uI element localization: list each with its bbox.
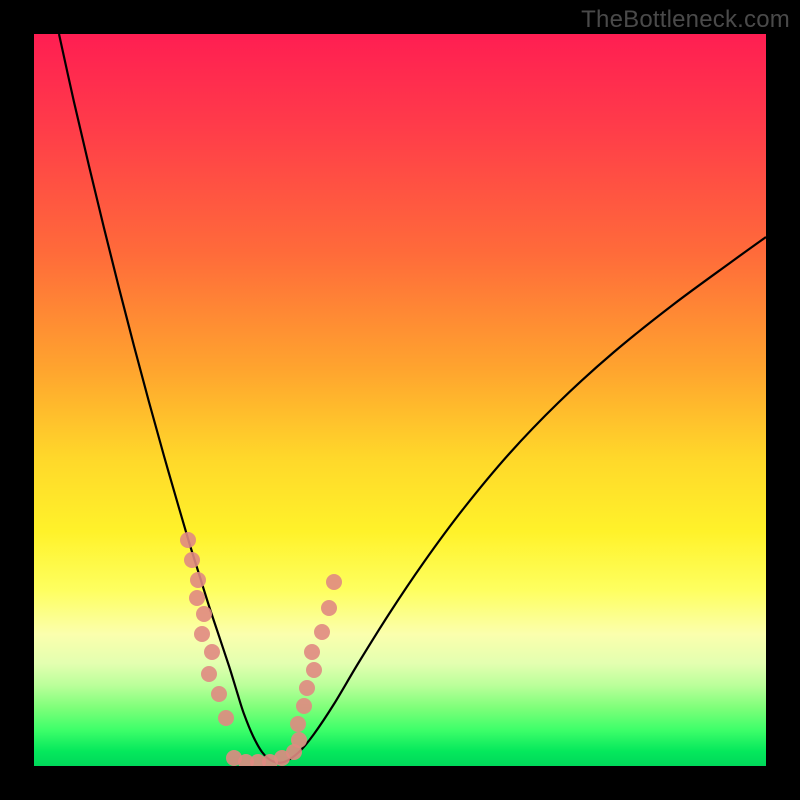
plot-area [34,34,766,766]
scatter-dot [184,552,200,568]
scatter-dot [218,710,234,726]
scatter-dot [190,572,206,588]
scatter-dot [189,590,205,606]
scatter-dot [291,732,307,748]
scatter-dot [180,532,196,548]
chart-svg [34,34,766,766]
chart-frame: TheBottleneck.com [0,0,800,800]
scatter-dots-group [180,532,342,766]
scatter-dot [321,600,337,616]
scatter-dot [296,698,312,714]
bottleneck-curve [59,34,766,763]
watermark-text: TheBottleneck.com [581,6,790,34]
scatter-dot [290,716,306,732]
scatter-dot [274,750,290,766]
scatter-dot [196,606,212,622]
scatter-dot [194,626,210,642]
scatter-dot [314,624,330,640]
scatter-dot [204,644,220,660]
scatter-dot [326,574,342,590]
scatter-dot [201,666,217,682]
scatter-dot [306,662,322,678]
scatter-dot [211,686,227,702]
curve-path-group [59,34,766,763]
scatter-dot [299,680,315,696]
scatter-dot [304,644,320,660]
